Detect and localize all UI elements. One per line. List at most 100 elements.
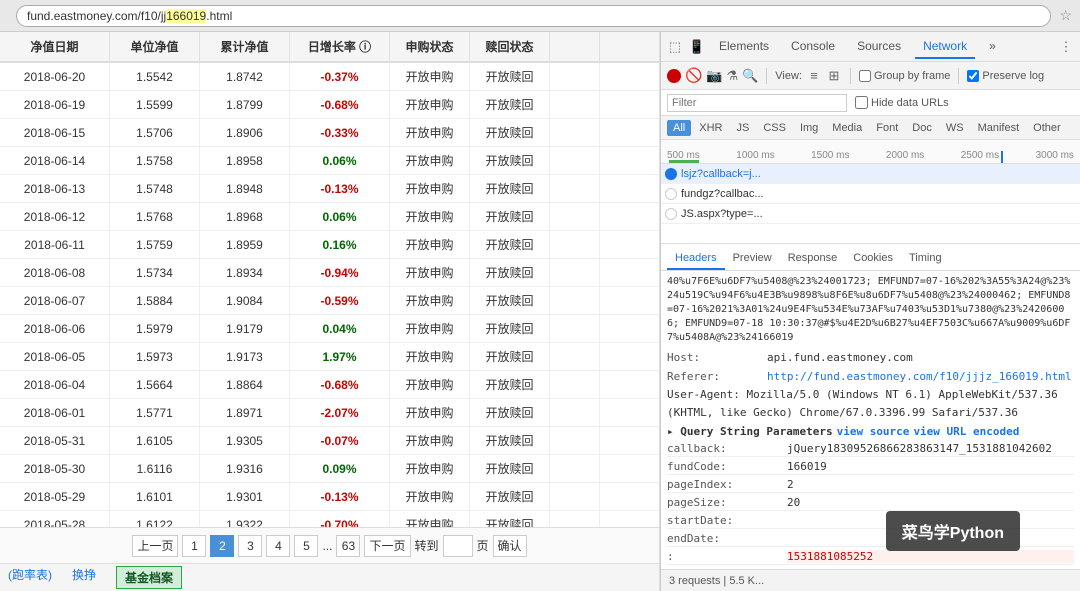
query-param: startDate: (667, 513, 1074, 529)
query-param-key: : (667, 550, 787, 563)
status-text: 3 requests | 5.5 K... (669, 575, 764, 587)
page-last-button[interactable]: 63 (336, 535, 360, 557)
url-bar[interactable]: fund.eastmoney.com/f10/jj166019.html (16, 5, 1051, 27)
view-grid-icon[interactable]: ⊞ (826, 68, 842, 84)
inspect-icon[interactable]: ⬚ (667, 39, 683, 55)
next-page-button[interactable]: 下一页 (364, 535, 410, 557)
bookmark-star-icon[interactable]: ☆ (1059, 7, 1072, 24)
type-filter-img[interactable]: Img (794, 120, 824, 136)
filter-icon[interactable]: ⚗ (726, 68, 738, 84)
preserve-log-checkbox[interactable] (967, 70, 979, 82)
tab-sources[interactable]: Sources (849, 35, 909, 59)
type-filter-all[interactable]: All (667, 120, 691, 136)
preserve-log-text: Preserve log (982, 70, 1044, 82)
cell-sell: 开放赎回 (470, 315, 550, 342)
network-toolbar: 🚫 📷 ⚗ 🔍 View: ≡ ⊞ Group by frame Preserv… (661, 62, 1080, 90)
camera-icon[interactable]: 📷 (706, 68, 722, 84)
cell-sell: 开放赎回 (470, 427, 550, 454)
table-row: 2018-05-31 1.6105 1.9305 -0.07% 开放申购 开放赎… (0, 427, 659, 455)
query-param-value (787, 532, 1074, 545)
tab-console[interactable]: Console (783, 35, 843, 59)
table-row: 2018-06-19 1.5599 1.8799 -0.68% 开放申购 开放赎… (0, 91, 659, 119)
cell-rate: -0.13% (290, 175, 390, 202)
type-filter-font[interactable]: Font (870, 120, 904, 136)
url-text: fund.eastmoney.com/f10/jj (27, 9, 166, 23)
cell-sell: 开放赎回 (470, 399, 550, 426)
cell-sell: 开放赎回 (470, 91, 550, 118)
type-filter-doc[interactable]: Doc (906, 120, 938, 136)
cell-date: 2018-06-13 (0, 175, 110, 202)
tab-network[interactable]: Network (915, 35, 975, 59)
cell-action (550, 315, 600, 342)
cell-buy: 开放申购 (390, 371, 470, 398)
cell-action (550, 147, 600, 174)
cell-buy: 开放申购 (390, 119, 470, 146)
search-icon[interactable]: 🔍 (742, 68, 758, 84)
tab-more[interactable]: » (981, 35, 1004, 59)
devtools-settings-icon[interactable]: ⋮ (1058, 39, 1074, 55)
prev-page-button[interactable]: 上一页 (132, 535, 178, 557)
view-url-encoded-link[interactable]: view URL encoded (913, 425, 1019, 438)
filter-input[interactable] (667, 94, 847, 112)
clear-button[interactable]: 🚫 (685, 67, 702, 84)
cell-action (550, 455, 600, 482)
separator-1 (766, 68, 767, 84)
page-5-button[interactable]: 5 (294, 535, 318, 557)
pailu-link[interactable]: (跑率表) (8, 566, 52, 589)
cell-action (550, 91, 600, 118)
request-item[interactable]: lsjz?callback=j... (661, 164, 1080, 184)
request-item[interactable]: JS.aspx?type=... (661, 204, 1080, 224)
page-1-button[interactable]: 1 (182, 535, 206, 557)
goto-label: 转到 (415, 537, 439, 554)
cell-accum: 1.8799 (200, 91, 290, 118)
type-filter-media[interactable]: Media (826, 120, 868, 136)
table-row: 2018-06-13 1.5748 1.8948 -0.13% 开放申购 开放赎… (0, 175, 659, 203)
col-actions (550, 32, 600, 61)
response-text-value: 40%u7F6E%u6DF7%u5408@%23%24001723; EMFUN… (667, 275, 1074, 345)
tab-elements[interactable]: Elements (711, 35, 777, 59)
fund-table-panel: 净值日期 单位净值 累计净值 日增长率 ⓘ 申购状态 赎回状态 2018-06-… (0, 32, 660, 591)
detail-tab-timing[interactable]: Timing (901, 248, 950, 270)
group-by-frame-label: Group by frame (859, 70, 950, 82)
cell-sell: 开放赎回 (470, 147, 550, 174)
view-source-link[interactable]: view source (837, 425, 910, 438)
table-row: 2018-06-01 1.5771 1.8971 -2.07% 开放申购 开放赎… (0, 399, 659, 427)
request-icon (665, 188, 677, 200)
view-list-icon[interactable]: ≡ (806, 68, 822, 84)
detail-tab-preview[interactable]: Preview (725, 248, 780, 270)
page-input[interactable] (443, 535, 473, 557)
record-button[interactable] (667, 69, 681, 83)
detail-tab-cookies[interactable]: Cookies (845, 248, 901, 270)
cell-rate: 0.04% (290, 315, 390, 342)
query-title-text: ▸ Query String Parameters (667, 425, 833, 438)
type-filter-other[interactable]: Other (1027, 120, 1067, 136)
type-filter-xhr[interactable]: XHR (693, 120, 728, 136)
host-section: Host: api.fund.eastmoney.com Referer: ht… (667, 349, 1074, 421)
hide-data-urls-checkbox[interactable] (855, 96, 868, 109)
cell-action (550, 231, 600, 258)
col-buy: 申购状态 (390, 32, 470, 61)
cell-rate: -0.07% (290, 427, 390, 454)
type-filter-js[interactable]: JS (730, 120, 755, 136)
cell-date: 2018-06-05 (0, 343, 110, 370)
cell-buy: 开放申购 (390, 203, 470, 230)
cell-accum: 1.8971 (200, 399, 290, 426)
request-item[interactable]: fundgz?callbac... (661, 184, 1080, 204)
page-4-button[interactable]: 4 (266, 535, 290, 557)
page-2-button[interactable]: 2 (210, 535, 234, 557)
type-filter-manifest[interactable]: Manifest (972, 120, 1026, 136)
detail-tab-headers[interactable]: Headers (667, 248, 725, 270)
huanzheng-link[interactable]: 换挣 (72, 566, 96, 589)
cell-sell: 开放赎回 (470, 511, 550, 527)
type-filter-css[interactable]: CSS (757, 120, 792, 136)
detail-tab-response[interactable]: Response (780, 248, 846, 270)
type-filter-ws[interactable]: WS (940, 120, 970, 136)
cell-date: 2018-06-15 (0, 119, 110, 146)
cell-rate: 0.16% (290, 231, 390, 258)
fund-archive-button[interactable]: 基金档案 (116, 566, 182, 589)
mobile-icon[interactable]: 📱 (689, 39, 705, 55)
query-param-value: 2 (787, 478, 1074, 491)
group-by-frame-checkbox[interactable] (859, 70, 871, 82)
page-3-button[interactable]: 3 (238, 535, 262, 557)
confirm-page-button[interactable]: 确认 (493, 535, 527, 557)
